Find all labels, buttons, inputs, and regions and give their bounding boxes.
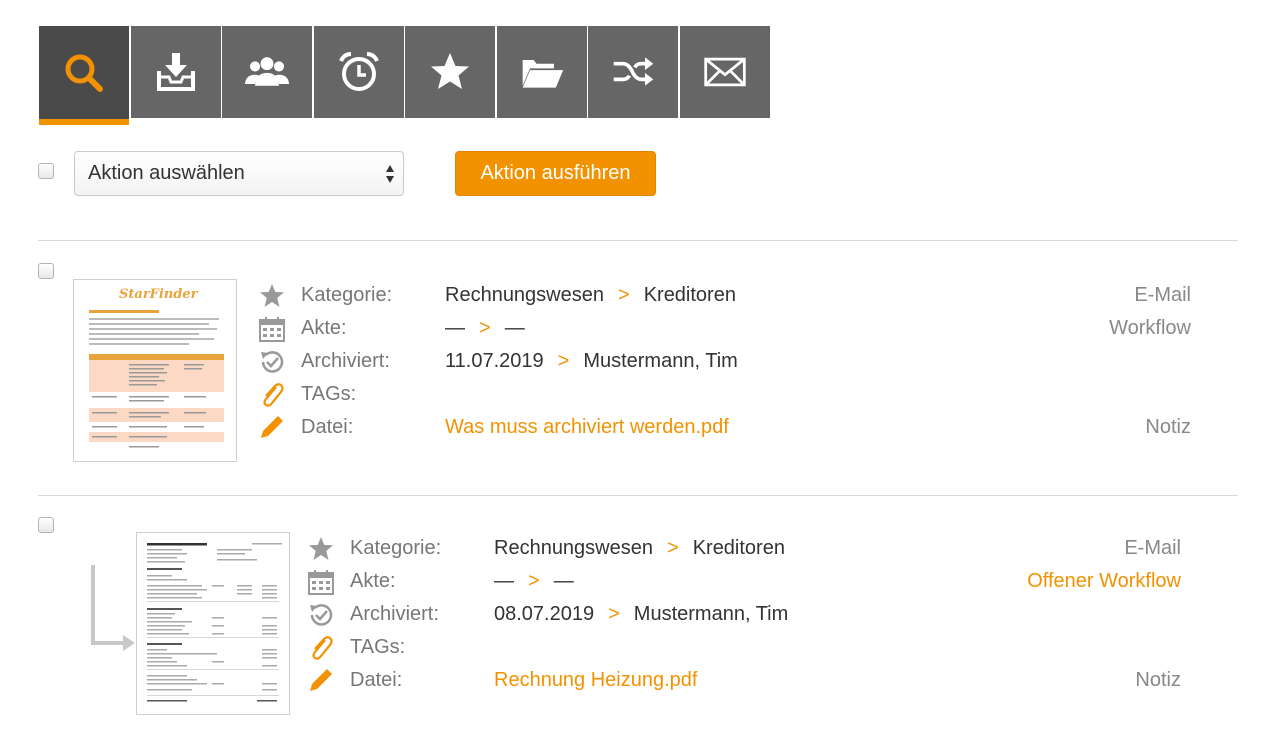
file-record-value: — > — [494,570,574,593]
document-checkbox[interactable] [38,263,54,279]
category-label: Kategorie: [301,284,393,306]
separator: > [528,570,540,592]
mail-button[interactable] [679,26,770,118]
history-icon [261,351,284,373]
category-label: Kategorie: [350,537,442,559]
file-record-part-b: — [553,570,574,592]
archived-by: Mustermann, Tim [633,603,789,625]
separator: > [557,350,570,372]
note-link[interactable]: Notiz [1135,669,1181,692]
archived-date: 08.07.2019 [494,603,595,625]
workflow-link[interactable]: Workflow [1109,317,1191,340]
file-record-part-b: — [504,317,525,339]
shuffle-button[interactable] [588,26,678,118]
email-link[interactable]: E-Mail [1124,537,1181,560]
folder-button[interactable] [496,26,587,118]
action-select[interactable]: Aktion auswählen [74,151,404,196]
separator: > [479,317,491,339]
file-record-part-a: — [494,570,514,592]
tags-label: TAGs: [301,383,357,405]
archived-label: Archiviert: [301,350,390,372]
calendar-icon [308,570,334,595]
category-name: Rechnungswesen [494,537,653,559]
run-action-button[interactable]: Aktion ausführen [455,151,656,196]
inbox-download-button[interactable] [130,26,221,118]
tags-label: TAGs: [350,636,406,658]
file-label: Datei: [301,416,354,438]
paperclip-icon [312,636,333,660]
category-name: Rechnungswesen [445,284,604,306]
select-all-checkbox[interactable] [38,163,54,179]
separator: > [608,603,620,625]
users-icon [244,57,290,86]
alarm-clock-icon [338,52,379,91]
file-record-part-a: — [445,317,465,339]
divider [38,240,1238,241]
select-arrows-icon [386,165,394,183]
archived-date: 11.07.2019 [445,350,544,372]
thumb-logo: StarFinder [119,287,199,302]
filename-link[interactable]: Was muss archiviert werden.pdf [445,416,729,439]
file-record-label: Akte: [301,317,347,339]
history-icon [310,604,333,626]
category-value: Rechnungswesen > Kreditoren [494,537,785,560]
archived-label: Archiviert: [350,603,439,625]
star-icon [431,53,469,89]
separator: > [667,537,679,559]
filename-link[interactable]: Rechnung Heizung.pdf [494,669,697,692]
search-icon [65,54,103,92]
star-icon [309,537,333,560]
document-preview-image: StarFinder [89,287,224,448]
document-thumbnail[interactable] [136,532,290,715]
archived-by: Mustermann, Tim [583,350,738,372]
file-label: Datei: [350,669,403,691]
archived-value: 08.07.2019 > Mustermann, Tim [494,603,788,626]
subcategory-name: Kreditoren [692,537,785,559]
toolbar [39,26,771,125]
email-link[interactable]: E-Mail [1134,284,1191,307]
document-checkbox[interactable] [38,517,54,533]
open-workflow-link[interactable]: Offener Workflow [1027,570,1181,593]
divider [38,495,1238,496]
alarm-button[interactable] [313,26,404,118]
subcategory-name: Kreditoren [643,284,736,306]
shuffle-icon [613,57,654,86]
document-preview-image [147,543,282,702]
folder-open-icon [522,60,563,88]
inbox-download-icon [156,53,195,91]
pencil-icon [310,669,332,691]
separator: > [618,284,630,306]
favorites-button[interactable] [405,26,495,118]
action-select-value: Aktion auswählen [88,162,245,184]
search-button[interactable] [39,26,129,125]
paperclip-icon [263,383,284,407]
users-button[interactable] [222,26,312,118]
envelope-icon [703,57,746,87]
note-link[interactable]: Notiz [1145,416,1191,439]
file-record-value: — > — [445,317,525,340]
pencil-icon [261,416,283,438]
document-thumbnail[interactable]: StarFinder [73,279,237,462]
star-icon [260,284,284,307]
calendar-icon [259,317,285,342]
archived-value: 11.07.2019 > Mustermann, Tim [445,350,738,373]
file-record-label: Akte: [350,570,396,592]
child-connector-icon [91,565,135,651]
category-value: Rechnungswesen > Kreditoren [445,284,736,307]
